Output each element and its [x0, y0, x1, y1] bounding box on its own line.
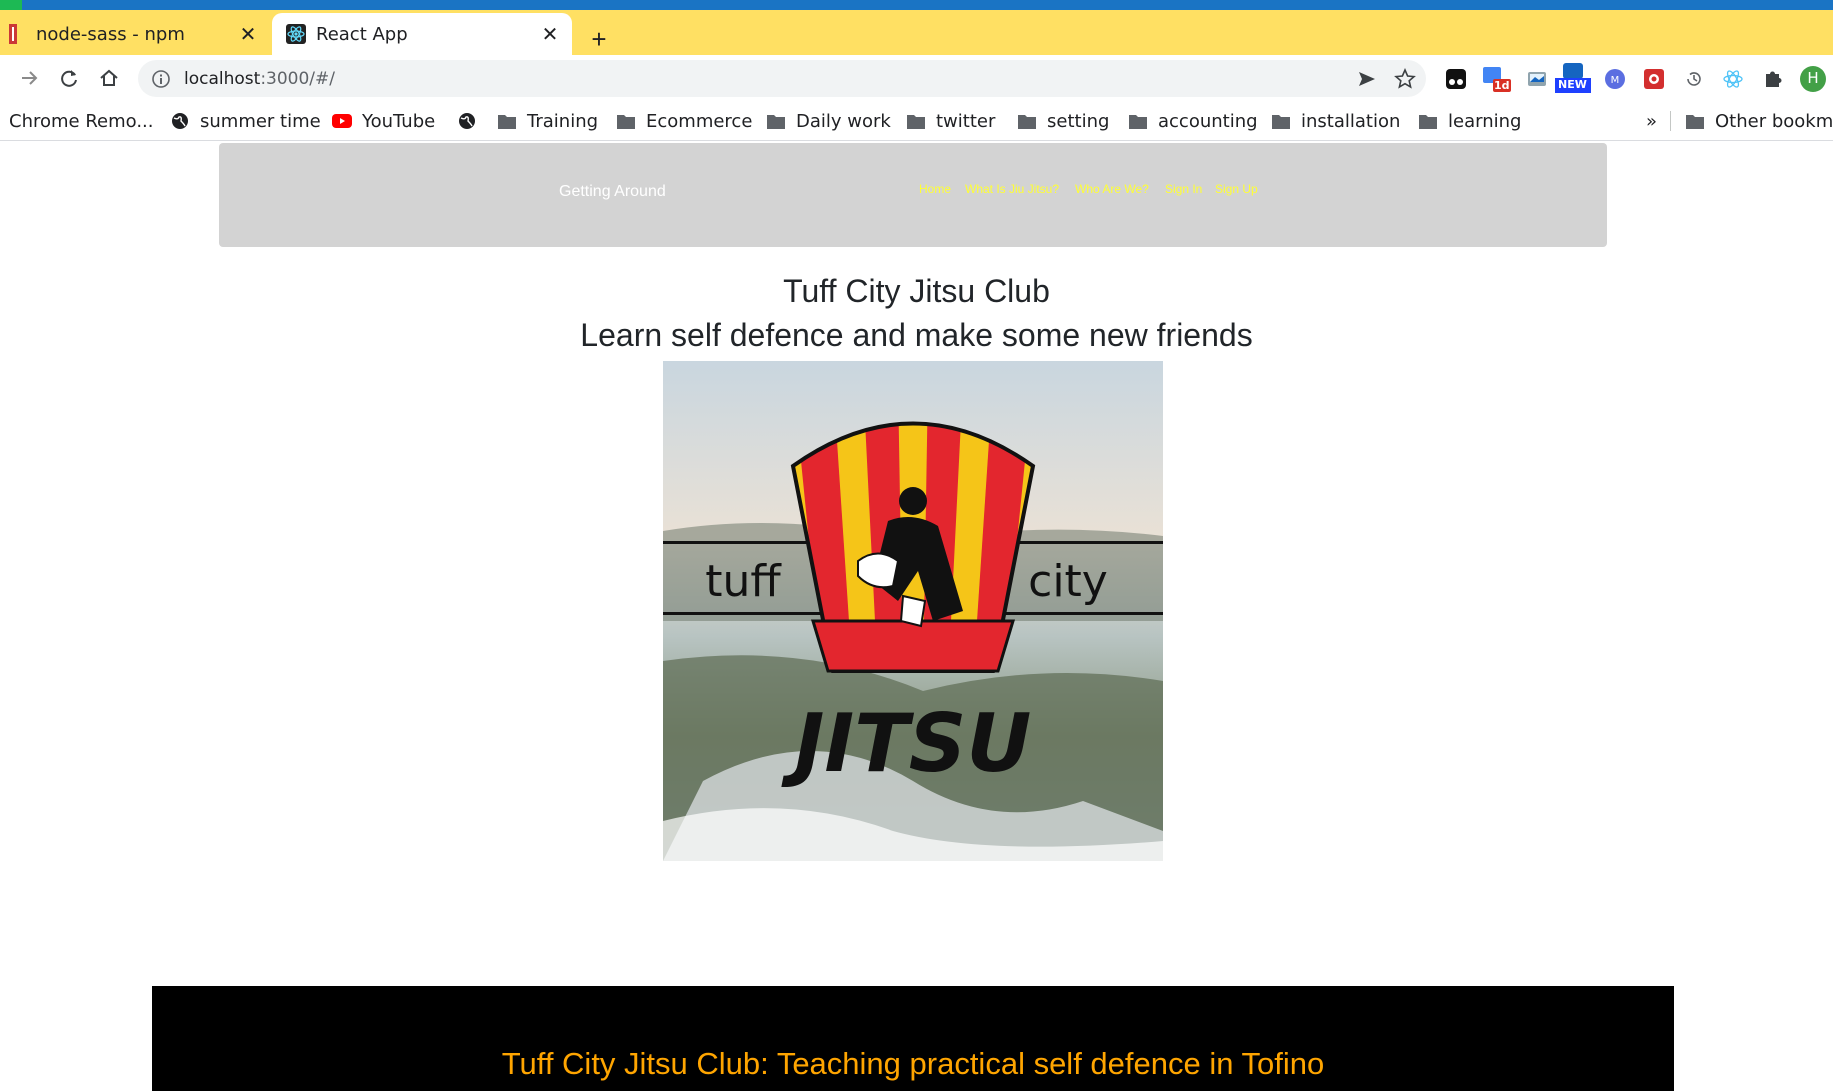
- folder-icon: [616, 111, 636, 131]
- bookmark-label: Daily work: [796, 110, 891, 132]
- bookmark-label: setting: [1047, 110, 1110, 132]
- extension-m-icon[interactable]: M: [1602, 66, 1628, 92]
- bookmark-folder-training[interactable]: Training: [497, 101, 598, 141]
- bookmark-folder-ecommerce[interactable]: Ecommerce: [616, 101, 752, 141]
- extension-react-devtools-icon[interactable]: [1720, 66, 1746, 92]
- globe-icon: [170, 111, 190, 131]
- os-window-strip: [0, 0, 1833, 10]
- send-tab-icon[interactable]: [1350, 62, 1384, 96]
- bookmark-folder-accounting[interactable]: accounting: [1128, 101, 1258, 141]
- bookmark-label: YouTube: [362, 110, 436, 132]
- forward-arrow-icon[interactable]: [14, 63, 44, 93]
- folder-icon: [1128, 111, 1148, 131]
- bookmarks-divider: [1670, 111, 1671, 131]
- bookmark-label: Ecommerce: [646, 110, 753, 132]
- npm-icon: [6, 24, 26, 44]
- folder-icon: [906, 111, 926, 131]
- extension-tampermonkey-icon[interactable]: [1443, 66, 1469, 92]
- nav-link-sign-up[interactable]: Sign Up: [1215, 182, 1258, 196]
- tab-close-button[interactable]: ✕: [234, 20, 262, 48]
- bookmarks-overflow-button[interactable]: »: [1646, 101, 1657, 141]
- folder-icon: [1271, 111, 1291, 131]
- reload-icon[interactable]: [54, 63, 84, 93]
- new-badge: NEW: [1558, 78, 1587, 91]
- bookmark-label: Training: [527, 110, 599, 132]
- browser-toolbar: localhost:3000/#/ 1d NEW M H: [0, 55, 1833, 101]
- nav-link-sign-in[interactable]: Sign In: [1165, 182, 1202, 196]
- logo-word-city: city: [1028, 556, 1108, 607]
- history-icon[interactable]: [1681, 66, 1707, 92]
- extension-calendar-icon[interactable]: 1d: [1481, 66, 1511, 92]
- bookmark-folder-twitter[interactable]: twitter: [906, 101, 995, 141]
- bookmarks-bar: Chrome Remo... summer time YouTube Train…: [0, 101, 1833, 141]
- site-footer: Tuff City Jitsu Club: Teaching practical…: [152, 986, 1674, 1091]
- home-icon[interactable]: [94, 63, 124, 93]
- tab-node-sass[interactable]: node-sass - npm ✕: [0, 13, 270, 55]
- extensions-puzzle-icon[interactable]: [1760, 66, 1786, 92]
- extension-new-icon[interactable]: NEW: [1555, 63, 1591, 93]
- globe-icon: [457, 111, 477, 131]
- bookmark-star-icon[interactable]: [1388, 62, 1422, 96]
- folder-icon: [1685, 111, 1705, 131]
- bookmark-label: learning: [1448, 110, 1522, 132]
- bookmark-folder-daily-work[interactable]: Daily work: [766, 101, 891, 141]
- tab-title: React App: [316, 23, 408, 45]
- page-title: Tuff City Jitsu Club: [783, 273, 1050, 309]
- nav-link-who-are-we[interactable]: Who Are We?: [1075, 182, 1149, 196]
- tab-react-app[interactable]: React App ✕: [272, 13, 572, 55]
- calendar-badge: 1d: [1494, 79, 1510, 92]
- bookmark-label: installation: [1301, 110, 1401, 132]
- youtube-icon: [332, 111, 352, 131]
- bookmark-label: twitter: [936, 110, 996, 132]
- bookmark-label: Other bookmarks: [1715, 110, 1833, 132]
- nav-link-home[interactable]: Home: [919, 182, 951, 196]
- logo-word-jitsu: JITSU: [781, 697, 1032, 790]
- bookmark-folder-setting[interactable]: setting: [1017, 101, 1109, 141]
- extension-screenshot-icon[interactable]: [1524, 66, 1550, 92]
- bookmark-label: Chrome Remo...: [9, 110, 154, 132]
- tab-strip: node-sass - npm ✕ React App ✕ +: [0, 10, 1833, 55]
- tab-title: node-sass - npm: [36, 23, 185, 45]
- url-path: :3000/#/: [260, 68, 336, 89]
- profile-initial: H: [1807, 69, 1819, 87]
- other-bookmarks[interactable]: Other bookmarks: [1685, 101, 1833, 141]
- folder-icon: [1418, 111, 1438, 131]
- bookmark-globe[interactable]: [457, 101, 487, 141]
- react-icon: [286, 24, 306, 44]
- site-navbar: Getting Around Home What Is Jiu Jitsu? W…: [219, 143, 1607, 247]
- bookmark-folder-learning[interactable]: learning: [1418, 101, 1521, 141]
- bookmark-folder-installation[interactable]: installation: [1271, 101, 1400, 141]
- tab-close-button[interactable]: ✕: [536, 20, 564, 48]
- bookmark-label: summer time: [200, 110, 321, 132]
- address-bar[interactable]: localhost:3000/#/: [138, 60, 1426, 97]
- new-tab-button[interactable]: +: [584, 24, 614, 54]
- svg-text:M: M: [1611, 75, 1620, 86]
- logo-word-tuff: tuff: [705, 556, 782, 607]
- club-logo-image: tuff city JITSU: [663, 361, 1163, 861]
- folder-icon: [497, 111, 517, 131]
- nav-links: Home What Is Jiu Jitsu? Who Are We? Sign…: [219, 182, 1607, 202]
- bookmark-youtube[interactable]: YouTube: [332, 101, 435, 141]
- site-info-icon[interactable]: [150, 68, 172, 90]
- folder-icon: [766, 111, 786, 131]
- footer-tagline: Tuff City Jitsu Club: Teaching practical…: [501, 1046, 1325, 1081]
- nav-link-what-is-jiu-jitsu[interactable]: What Is Jiu Jitsu?: [965, 182, 1059, 196]
- page-subtitle: Learn self defence and make some new fri…: [580, 317, 1253, 353]
- bookmark-label: accounting: [1158, 110, 1258, 132]
- bookmark-summer-time[interactable]: summer time: [170, 101, 321, 141]
- folder-icon: [1017, 111, 1037, 131]
- url-text[interactable]: localhost:3000/#/: [184, 69, 1350, 89]
- extension-red-icon[interactable]: [1641, 66, 1667, 92]
- bookmark-chrome-remote[interactable]: Chrome Remo...: [9, 101, 154, 141]
- url-host: localhost: [184, 68, 261, 89]
- profile-avatar[interactable]: H: [1800, 66, 1826, 92]
